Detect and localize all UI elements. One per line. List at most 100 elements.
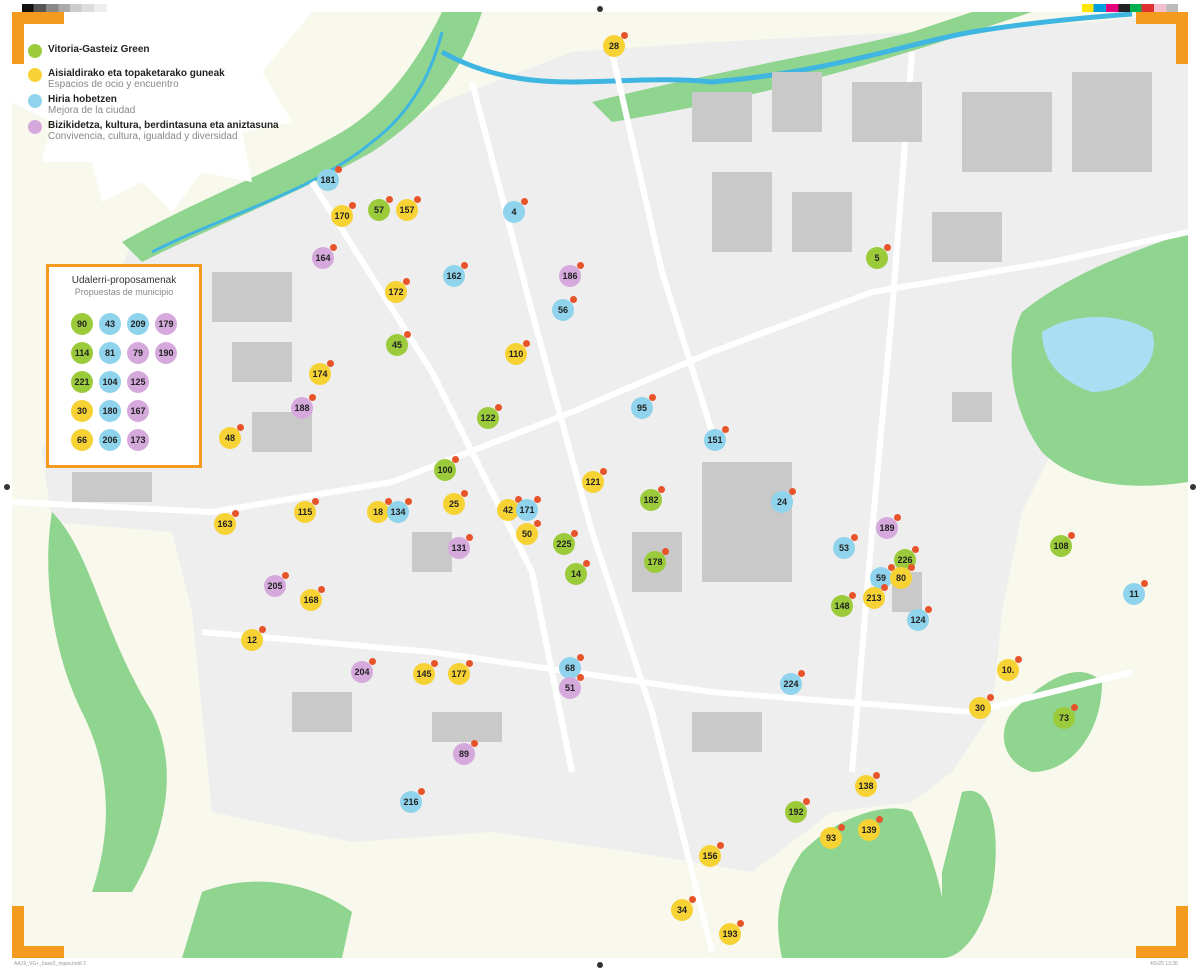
proposal-marker[interactable]: 30	[969, 694, 994, 719]
proposal-marker[interactable]: 51	[559, 674, 584, 699]
proposal-number: 108	[1053, 541, 1069, 551]
proposal-marker[interactable]: 134	[387, 498, 412, 523]
proposal-marker[interactable]: 10.	[997, 656, 1022, 681]
proposal-marker[interactable]: 24	[771, 488, 796, 513]
color-bar	[1082, 4, 1178, 12]
proposal-marker[interactable]: 216	[400, 788, 425, 813]
proposal-marker[interactable]: 204	[351, 658, 376, 683]
proposal-marker[interactable]: 100	[434, 456, 459, 481]
proposal-marker[interactable]: 14	[565, 560, 590, 585]
proposal-marker[interactable]: 122	[477, 404, 502, 429]
proposal-marker[interactable]: 124	[907, 606, 932, 631]
municipal-chip[interactable]: 180	[99, 400, 121, 422]
proposal-marker[interactable]: 56	[552, 296, 577, 321]
municipal-chip[interactable]: 179	[155, 313, 177, 335]
municipal-chip[interactable]: 221	[71, 371, 93, 393]
municipal-chip[interactable]: 209	[127, 313, 149, 335]
proposal-marker[interactable]: 178	[644, 548, 669, 573]
municipal-chip[interactable]: 190	[155, 342, 177, 364]
proposal-marker[interactable]: 50	[516, 520, 541, 545]
proposal-number: 18	[372, 507, 383, 517]
proposal-marker[interactable]: 89	[453, 740, 478, 765]
municipal-chip[interactable]: 90	[71, 313, 93, 335]
proposal-marker[interactable]: 5	[866, 244, 891, 269]
proposal-marker[interactable]: 205	[264, 572, 289, 597]
legend-title: Hiria hobetzen	[48, 94, 117, 105]
proposal-marker[interactable]: 95	[631, 394, 656, 419]
proposal-marker[interactable]: 34	[671, 896, 696, 921]
proposal-marker[interactable]: 188	[291, 394, 316, 419]
proposal-marker[interactable]: 189	[876, 514, 901, 539]
proposal-marker[interactable]: 131	[448, 534, 473, 559]
location-pin-icon	[876, 816, 883, 823]
proposal-marker[interactable]: 108	[1050, 532, 1075, 557]
proposal-marker[interactable]: 182	[640, 486, 665, 511]
legend-subtitle: Convivencia, cultura, igualdad y diversi…	[48, 131, 238, 142]
map-sheet: Vitoria-Gasteiz Green Aisialdirako eta t…	[12, 12, 1188, 958]
municipal-chip[interactable]: 125	[127, 371, 149, 393]
proposal-marker[interactable]: 186	[559, 262, 584, 287]
municipal-chip[interactable]: 30	[71, 400, 93, 422]
proposal-marker[interactable]: 171	[516, 496, 541, 521]
proposal-marker[interactable]: 4	[503, 198, 528, 223]
proposal-marker[interactable]: 174	[309, 360, 334, 385]
proposal-marker[interactable]: 48	[219, 424, 244, 449]
proposal-marker[interactable]: 151	[704, 426, 729, 451]
proposal-marker[interactable]: 172	[385, 278, 410, 303]
proposal-number: 45	[391, 340, 402, 350]
proposal-marker[interactable]: 12	[241, 626, 266, 651]
proposal-marker[interactable]: 110	[505, 340, 530, 365]
proposal-marker[interactable]: 57	[368, 196, 393, 221]
proposal-marker[interactable]: 156	[699, 842, 724, 867]
proposal-marker[interactable]: 18	[367, 498, 392, 523]
proposal-marker[interactable]: 193	[719, 920, 744, 945]
municipal-chip[interactable]: 79	[127, 342, 149, 364]
proposal-marker[interactable]: 224	[780, 670, 805, 695]
municipal-chip[interactable]: 81	[99, 342, 121, 364]
proposal-marker[interactable]: 177	[448, 660, 473, 685]
proposal-marker[interactable]: 121	[582, 468, 607, 493]
proposal-marker[interactable]: 157	[396, 196, 421, 221]
proposal-marker[interactable]: 25	[443, 490, 468, 515]
proposal-marker[interactable]: 192	[785, 798, 810, 823]
proposal-number: 121	[585, 477, 601, 487]
proposal-marker[interactable]: 73	[1053, 704, 1078, 729]
proposal-marker[interactable]: 139	[858, 816, 883, 841]
location-pin-icon	[335, 166, 342, 173]
proposal-number: 162	[446, 271, 462, 281]
municipal-chip[interactable]: 104	[99, 371, 121, 393]
proposal-marker[interactable]: 53	[833, 534, 858, 559]
proposal-marker[interactable]: 80	[890, 564, 915, 589]
proposal-marker[interactable]: 138	[855, 772, 880, 797]
location-pin-icon	[1071, 704, 1078, 711]
proposal-marker[interactable]: 181	[317, 166, 342, 191]
legend-subtitle: Espacios de ocio y encuentro	[48, 79, 179, 90]
municipal-chip[interactable]: 167	[127, 400, 149, 422]
municipal-chip[interactable]: 114	[71, 342, 93, 364]
proposal-marker[interactable]: 28	[603, 32, 628, 57]
proposal-marker[interactable]: 163	[214, 510, 239, 535]
proposal-marker[interactable]: 225	[553, 530, 578, 555]
municipal-chip[interactable]: 206	[99, 429, 121, 451]
corner-mark-top-left	[12, 12, 64, 64]
municipal-chip[interactable]: 173	[127, 429, 149, 451]
proposal-marker[interactable]: 162	[443, 262, 468, 287]
proposal-marker[interactable]: 170	[331, 202, 356, 227]
location-pin-icon	[466, 534, 473, 541]
municipal-chip[interactable]: 43	[99, 313, 121, 335]
proposal-number: 73	[1058, 713, 1069, 723]
proposal-marker[interactable]: 93	[820, 824, 845, 849]
proposal-marker[interactable]: 45	[386, 331, 411, 356]
proposal-number: 100	[437, 465, 453, 475]
proposal-marker[interactable]: 168	[300, 586, 325, 611]
proposal-marker[interactable]: 213	[863, 584, 888, 609]
proposal-marker[interactable]: 145	[413, 660, 438, 685]
location-pin-icon	[1141, 580, 1148, 587]
proposal-marker[interactable]: 11	[1123, 580, 1148, 605]
proposal-marker[interactable]: 164	[312, 244, 337, 269]
proposal-number: 216	[403, 797, 419, 807]
proposal-number: 124	[910, 615, 926, 625]
proposal-marker[interactable]: 148	[831, 592, 856, 617]
proposal-marker[interactable]: 115	[294, 498, 319, 523]
municipal-chip[interactable]: 66	[71, 429, 93, 451]
